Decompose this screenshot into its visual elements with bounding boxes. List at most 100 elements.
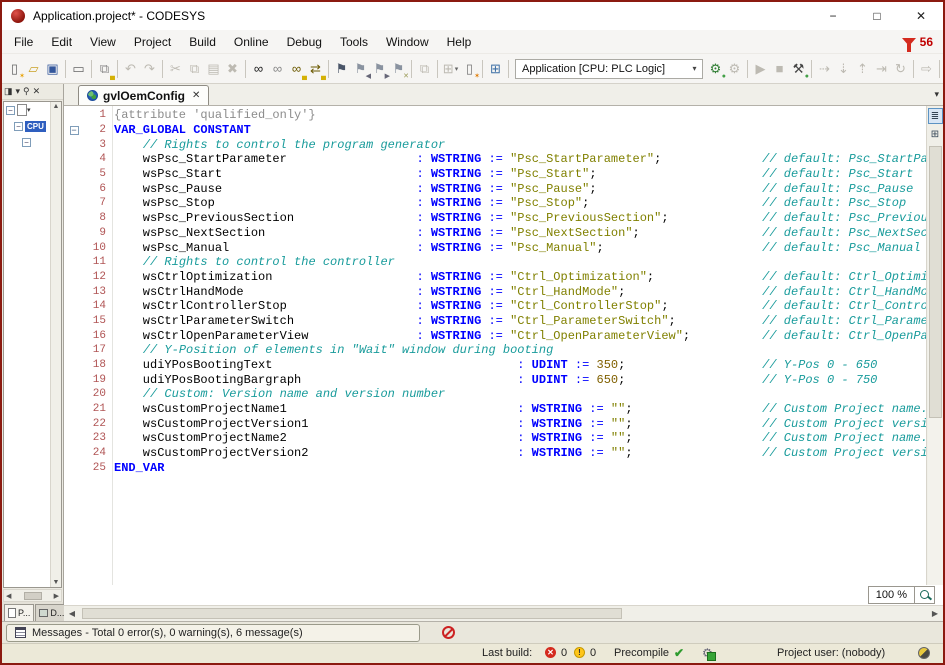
next-bookmark-icon[interactable]: ⚑▶ [370,59,389,78]
menu-item-build[interactable]: Build [180,32,225,52]
tab-close-icon[interactable]: ✕ [192,90,200,101]
collapse-icon[interactable]: − [6,106,15,115]
clear-bookmarks-icon[interactable]: ⚑✕ [389,59,408,78]
tabular-view-button[interactable]: ⊞ [928,126,943,142]
step-out-icon[interactable]: ⇡ [853,59,872,78]
scrollbar-thumb[interactable] [82,608,622,619]
code-text: wsCustomProjectVersion1 : WSTRING := "";… [110,417,926,431]
menu-item-help[interactable]: Help [438,32,481,52]
selected-device-node[interactable]: CPU [25,121,46,132]
code-text: wsPsc_NextSection : WSTRING := "Psc_Next… [110,226,926,240]
login-icon[interactable]: ⚙● [706,59,725,78]
scroll-up-icon[interactable]: ▲ [53,103,60,110]
panel-close-icon[interactable]: ✕ [33,86,41,97]
maximize-button[interactable]: □ [855,2,899,30]
zoom-magnifier-icon[interactable] [914,587,934,603]
editor-horizontal-scrollbar[interactable]: ◀ ▶ [64,605,943,621]
project-user: Project user: (nobody) [777,647,885,659]
scrollbar-thumb[interactable] [929,146,942,418]
online-config-icon[interactable]: ⚒● [789,59,808,78]
active-application-combo[interactable]: Application [CPU: PLC Logic]▾ [515,59,703,79]
tab-pous[interactable]: P... [4,604,34,621]
toolbar: ▯✶▱▣▭⧉▄↶↷✂⧉▤✖∞∞∞▄⇄▄⚑⚑◀⚑▶⚑✕⧉⊞▾▯✶⊞Applicat… [2,54,943,84]
device-tree: − ▾ − CPU − ▲ ▼ [3,101,62,588]
code-line: 17 // Y-Position of elements in "Wait" w… [64,343,926,358]
zoom-control[interactable]: 100 % [868,586,935,604]
scrollbar-thumb[interactable] [24,592,42,600]
collapse-icon[interactable]: − [22,138,31,147]
paste-icon[interactable]: ▤ [204,59,223,78]
editor-zoom-row: 100 % [64,585,943,605]
stop-icon[interactable]: ■ [770,59,789,78]
tree-vertical-scrollbar[interactable]: ▲ ▼ [50,102,61,587]
toolbar-separator [328,60,329,78]
code-area[interactable]: 1{attribute 'qualified_only'}−2VAR_GLOBA… [64,106,926,585]
menu-item-online[interactable]: Online [225,32,278,52]
print-icon[interactable]: ▭ [69,59,88,78]
code-line: 20 // Custom: Version name and version n… [64,387,926,402]
save-project-icon[interactable]: ▣ [43,59,62,78]
panel-menu-icon[interactable]: ◨ [4,86,13,97]
redo-icon[interactable]: ↷ [140,59,159,78]
step-into-icon[interactable]: ⇣ [834,59,853,78]
find-next-icon[interactable]: ∞ [268,59,287,78]
new-project-icon[interactable]: ▯✶ [5,59,24,78]
open-project-icon[interactable]: ▱ [24,59,43,78]
copy-icon[interactable]: ⧉ [185,59,204,78]
new-object-icon[interactable]: ▯✶ [460,59,479,78]
delete-icon[interactable]: ✖ [223,59,242,78]
pin-icon[interactable]: ⚲ [23,86,30,97]
previous-bookmark-icon[interactable]: ⚑◀ [351,59,370,78]
menu-item-view[interactable]: View [81,32,125,52]
copy-project-icon[interactable]: ⧉▄ [95,59,114,78]
menu-item-edit[interactable]: Edit [42,32,81,52]
line-number: 5 [84,168,110,180]
tab-list-dropdown-icon[interactable]: ▾ [934,89,939,100]
find-in-project-icon[interactable]: ∞▄ [287,59,306,78]
start-icon[interactable]: ▶ [751,59,770,78]
logout-icon[interactable]: ⚙ [725,59,744,78]
toggle-bookmark-icon[interactable]: ⚑ [332,59,351,78]
edit-declaration-icon[interactable]: ⊞▾ [441,59,460,78]
find-icon[interactable]: ∞ [249,59,268,78]
code-line: 1{attribute 'qualified_only'} [64,108,926,123]
user-management-icon[interactable] [918,647,930,659]
close-button[interactable]: ✕ [899,2,943,30]
replace-in-project-icon[interactable]: ⇄▄ [306,59,325,78]
build-icon[interactable]: ⊞ [486,59,505,78]
menu-item-tools[interactable]: Tools [331,32,377,52]
menu-item-project[interactable]: Project [125,32,180,52]
menu-item-window[interactable]: Window [377,32,438,52]
scroll-down-icon[interactable]: ▼ [53,579,60,586]
code-text: wsPsc_Manual : WSTRING := "Psc_Manual"; … [110,241,921,255]
paste-special-icon[interactable]: ⧉ [415,59,434,78]
scroll-right-icon[interactable]: ▶ [54,592,59,600]
menu-item-debug[interactable]: Debug [278,32,331,52]
messages-panel-tab[interactable]: Messages - Total 0 error(s), 0 warning(s… [6,624,420,642]
title-bar: Application.project* - CODESYS − □ ✕ [2,2,943,30]
step-over-icon[interactable]: ⇢ [815,59,834,78]
panel-dropdown-icon[interactable]: ▾ [16,86,21,97]
cut-icon[interactable]: ✂ [166,59,185,78]
scroll-left-icon[interactable]: ◀ [6,592,11,600]
last-build-label: Last build: [482,647,532,659]
tree-horizontal-scrollbar[interactable]: ◀ ▶ [3,589,62,602]
run-to-cursor-icon[interactable]: ⇥ [872,59,891,78]
tab-gvloemconfig[interactable]: gvlOemConfig ✕ [78,85,209,105]
combo-dropdown-icon[interactable]: ▾ [687,64,702,73]
scroll-right-icon[interactable]: ▶ [927,609,943,618]
reset-icon[interactable]: ↻ [891,59,910,78]
gutter-divider [112,106,113,585]
textual-view-button[interactable]: ≣ [928,108,943,124]
scroll-left-icon[interactable]: ◀ [64,609,80,618]
collapse-icon[interactable]: − [14,122,23,131]
menu-item-file[interactable]: File [5,32,42,52]
message-filter-badge[interactable]: 56 [902,35,943,49]
minimize-button[interactable]: − [811,2,855,30]
forward-icon[interactable]: ⇨ [917,59,936,78]
editor-vertical-scrollbar[interactable] [928,146,943,585]
code-text: // Y-Position of elements in "Wait" wind… [110,343,553,357]
undo-icon[interactable]: ↶ [121,59,140,78]
line-number: 21 [84,403,110,415]
fold-collapse-icon[interactable]: − [70,126,79,135]
